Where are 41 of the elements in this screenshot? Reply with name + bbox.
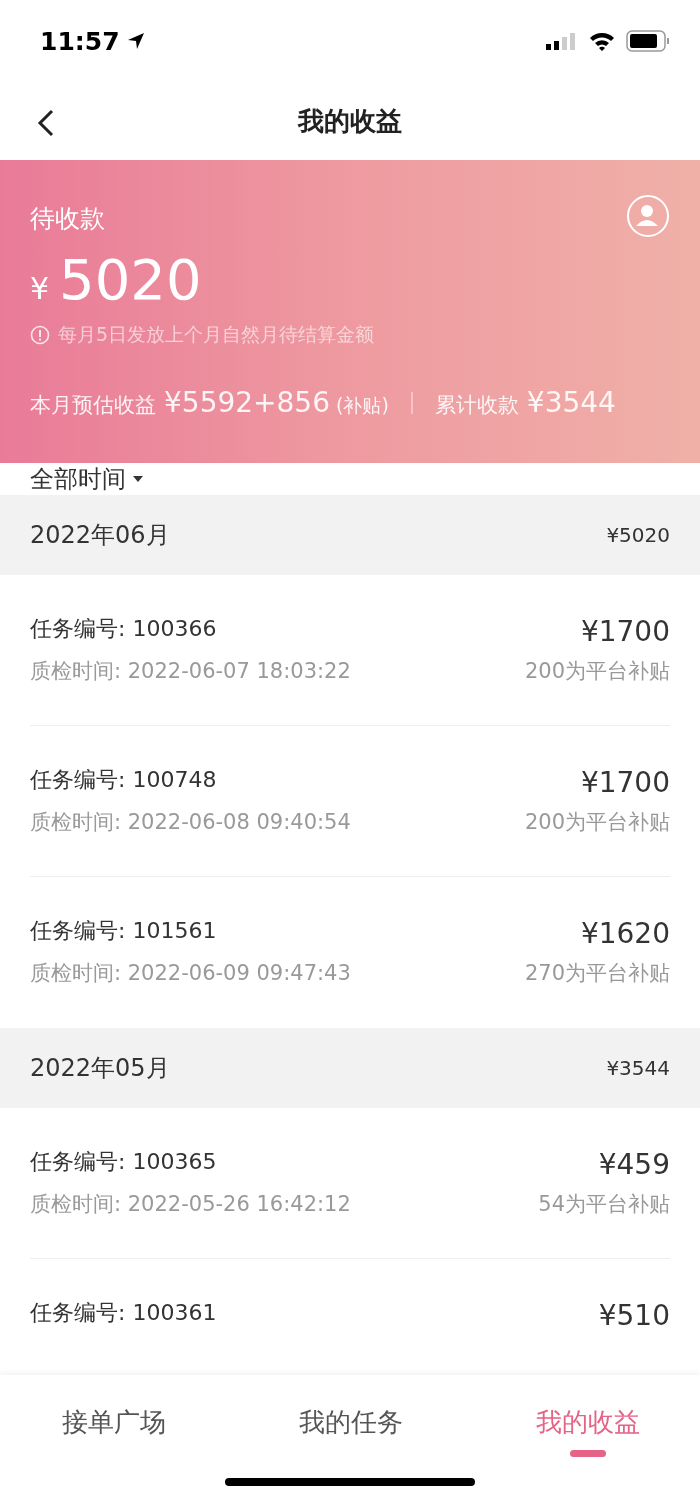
inspection-time: 质检时间: 2022-06-07 18:03:22 [30,658,351,685]
pending-amount: 5020 [59,250,202,310]
inspection-time: 质检时间: 2022-06-09 09:47:43 [30,960,351,987]
task-amount: ¥1700 [580,766,670,800]
estimate-label: 本月预估收益 [30,392,156,419]
task-amount: ¥1700 [580,615,670,649]
inspection-time: 质检时间: 2022-05-26 16:42:12 [30,1191,351,1218]
estimate-value: ¥5592+856 [164,386,330,419]
tab[interactable]: 我的任务 [299,1400,403,1457]
total-label: 累计收款 [434,392,519,419]
inspection-time: 质检时间: 2022-06-08 09:40:54 [30,809,351,836]
payout-notice: 每月5日发放上个月自然月待结算金额 [58,322,375,347]
tab[interactable]: 接单广场 [62,1400,166,1457]
currency-symbol: ¥ [30,271,50,306]
task-amount: ¥459 [598,1148,670,1182]
status-time: 11:57 [40,26,120,56]
task-number: 任务编号: 100365 [30,1148,218,1176]
time-filter-dropdown[interactable]: 全部时间 [30,463,144,495]
month-total: ¥5020 [606,523,670,547]
subsidy-amount: 200为平台补贴 [524,809,670,836]
battery-icon [626,30,670,52]
signal-icon [546,31,578,51]
task-amount: ¥510 [598,1299,670,1333]
task-amount: ¥1620 [580,917,670,951]
subsidy-note: (补贴) [336,393,389,418]
info-icon [30,325,50,345]
task-number: 任务编号: 100366 [30,615,218,643]
pending-label: 待收款 [30,204,105,234]
wifi-icon [588,31,616,51]
task-number: 任务编号: 100748 [30,766,218,794]
task-number: 任务编号: 101561 [30,917,218,945]
month-total: ¥3544 [606,1056,670,1080]
total-value: ¥3544 [526,386,616,419]
month-label: 2022年05月 [30,1053,170,1084]
subsidy-amount: 200为平台补贴 [524,658,670,685]
task-number: 任务编号: 100361 [30,1299,217,1327]
subsidy-amount: 270为平台补贴 [524,960,670,987]
subsidy-amount: 54为平台补贴 [538,1191,670,1218]
caret-icon [132,475,144,483]
month-label: 2022年06月 [30,520,170,551]
page-title: 我的收益 [298,104,402,138]
